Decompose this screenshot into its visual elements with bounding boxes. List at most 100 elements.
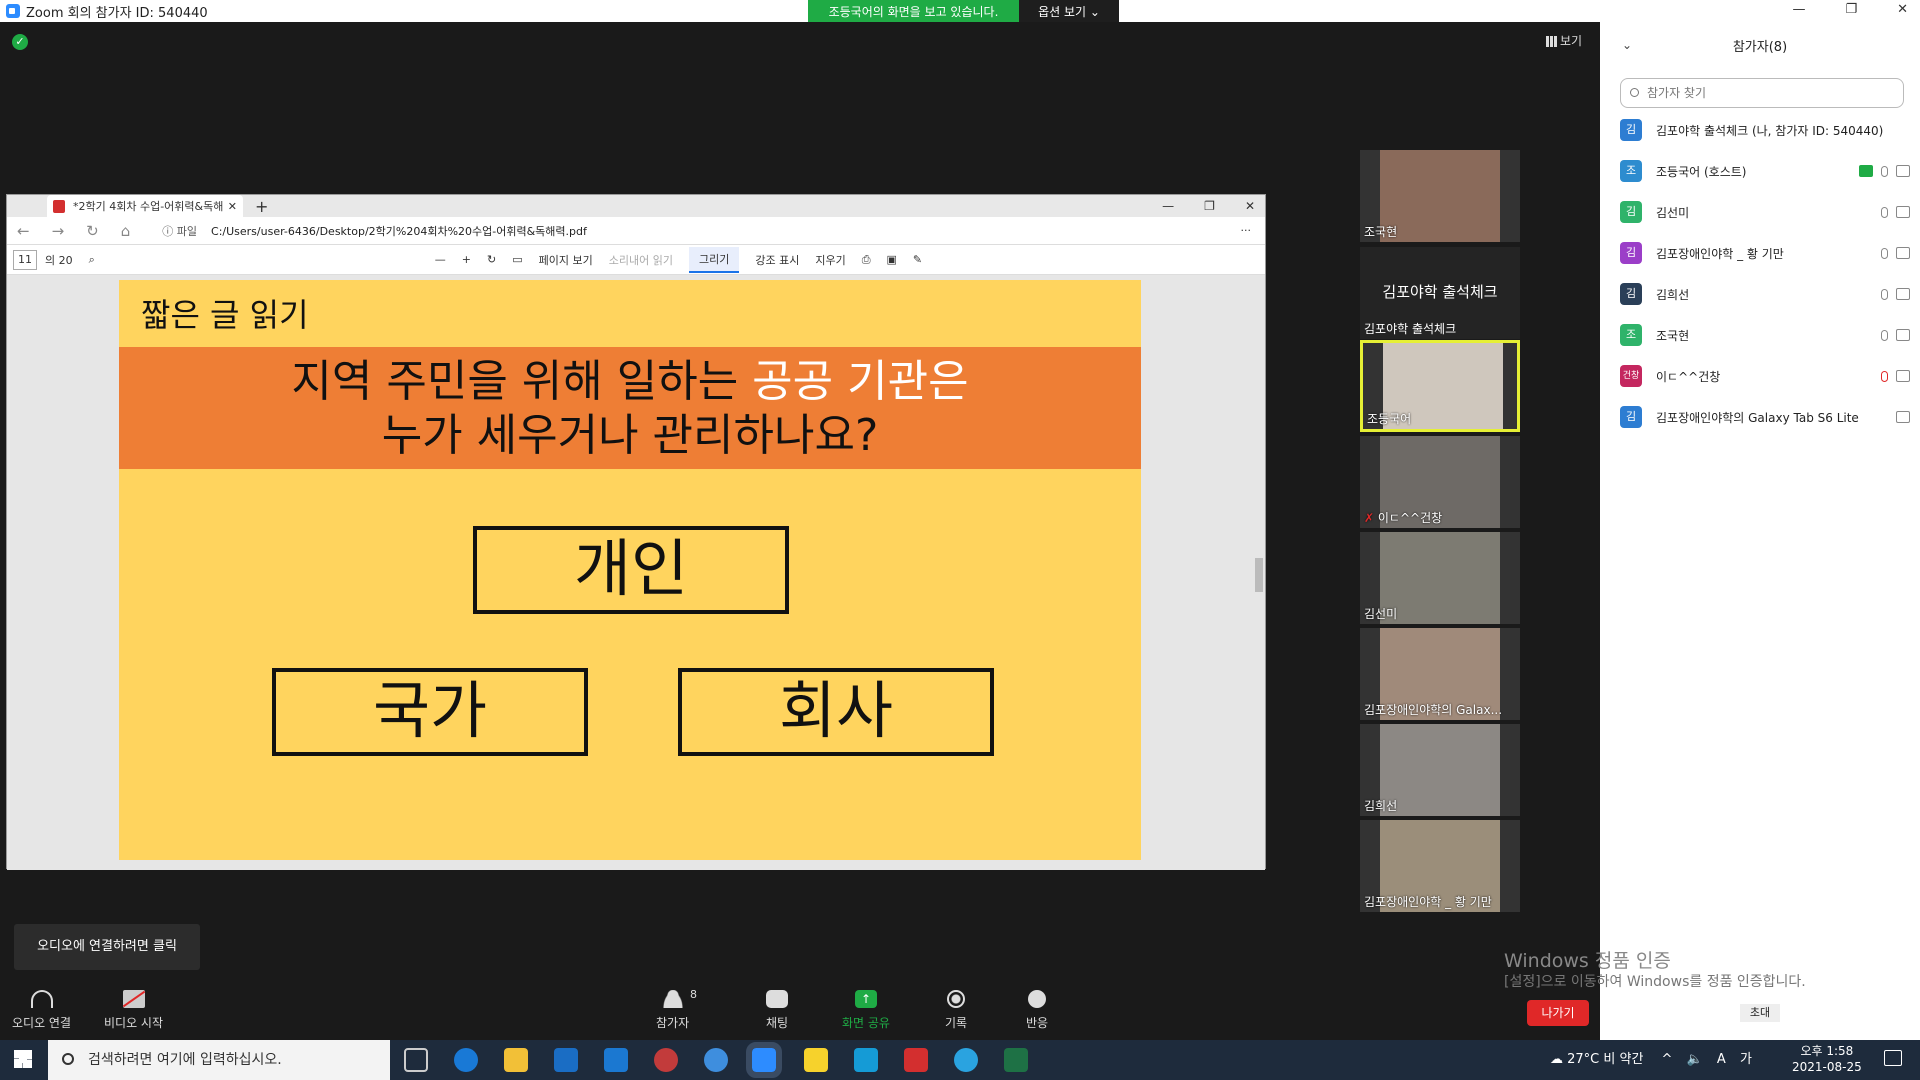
camera-icon[interactable] xyxy=(1896,288,1910,300)
pdf-viewer-area[interactable]: 짧은 글 읽기 지역 주민을 위해 일하는 공공 기관은 누가 세우거나 관리하… xyxy=(7,275,1265,870)
video-tile[interactable]: ✗ 이ㄷ^^건창 xyxy=(1360,436,1520,528)
new-tab-icon[interactable]: + xyxy=(255,197,268,216)
close-tab-icon[interactable]: ✕ xyxy=(228,200,237,213)
tray-arrow-icon[interactable]: ^ xyxy=(1662,1052,1673,1067)
pin-icon[interactable]: ✎ xyxy=(913,253,922,266)
highlight-button[interactable]: 강조 표시 xyxy=(755,252,799,268)
participant-row[interactable]: 김 김포장애인야학 _ 황 기만 xyxy=(1620,238,1910,268)
excel-icon[interactable] xyxy=(1004,1048,1028,1072)
pdf-scrollbar[interactable] xyxy=(1255,558,1263,592)
rotate-icon[interactable]: ↻ xyxy=(487,253,496,266)
record-button[interactable]: 기록 xyxy=(945,990,967,1031)
video-tile-active-speaker[interactable]: 조등국어 xyxy=(1360,340,1520,432)
mic-icon[interactable] xyxy=(1881,329,1888,341)
notification-icon[interactable] xyxy=(1884,1050,1902,1066)
participant-row[interactable]: 김 김포장애인야학의 Galaxy Tab S6 Lite xyxy=(1620,402,1910,432)
zoom-app-icon[interactable] xyxy=(746,1042,782,1078)
draw-button[interactable]: 그리기 xyxy=(688,246,740,273)
participant-row[interactable]: 건창 이ㄷ^^건창 xyxy=(1620,361,1910,391)
app-icon[interactable] xyxy=(654,1048,678,1072)
participant-row[interactable]: 조 조등국어 (호스트) xyxy=(1620,156,1910,186)
task-view-icon[interactable] xyxy=(404,1048,428,1072)
forward-icon[interactable]: → xyxy=(52,222,65,240)
participant-row[interactable]: 김 김희선 xyxy=(1620,279,1910,309)
chat-button[interactable]: 채팅 xyxy=(766,990,788,1031)
reactions-button[interactable]: 반응 xyxy=(1026,990,1048,1031)
page-view-button[interactable]: 페이지 보기 xyxy=(539,252,593,268)
video-tile-no-video[interactable]: 김포야학 출석체크 김포야학 출석체크 xyxy=(1360,247,1520,339)
volume-icon[interactable]: 🔈 xyxy=(1687,1052,1703,1067)
taskbar-search-input[interactable]: 검색하려면 여기에 입력하십시오. xyxy=(48,1040,390,1080)
participant-row[interactable]: 조 조국현 xyxy=(1620,320,1910,350)
minimize-icon[interactable]: — xyxy=(1792,2,1805,17)
mic-icon[interactable] xyxy=(1881,247,1888,259)
security-shield-icon[interactable]: ✓ xyxy=(12,34,28,50)
question-line1-a: 지역 주민을 위해 일하는 xyxy=(291,356,753,407)
weather-text[interactable]: 27°C 비 약간 xyxy=(1567,1052,1643,1067)
zoom-out-icon[interactable]: — xyxy=(435,253,446,266)
restore-icon[interactable]: ❐ xyxy=(1204,199,1215,213)
search-icon[interactable]: ⌕ xyxy=(89,253,95,267)
video-tile[interactable]: 김포장애인야학의 Galax... xyxy=(1360,628,1520,720)
windows-start-icon[interactable] xyxy=(14,1050,32,1068)
more-menu-icon[interactable]: ··· xyxy=(1241,224,1252,237)
acrobat-icon[interactable] xyxy=(904,1048,928,1072)
telegram-icon[interactable] xyxy=(954,1048,978,1072)
read-aloud-button[interactable]: 소리내어 읽기 xyxy=(609,252,673,268)
leave-button[interactable]: 나가기 xyxy=(1527,1000,1589,1026)
participants-button[interactable]: 참가자 8 xyxy=(656,988,697,1031)
start-video-button[interactable]: 비디오 시작 xyxy=(104,990,163,1031)
ime-icon[interactable]: A xyxy=(1717,1052,1726,1067)
camera-icon[interactable] xyxy=(1896,247,1910,259)
edge-icon[interactable] xyxy=(454,1048,478,1072)
page-number-input[interactable]: 11 xyxy=(13,249,37,270)
mic-icon[interactable] xyxy=(1881,288,1888,300)
home-icon[interactable]: ⌂ xyxy=(121,222,131,240)
mail-icon[interactable] xyxy=(604,1048,628,1072)
participant-row[interactable]: 김 김포야학 출석체크 (나, 참가자 ID: 540440) xyxy=(1620,115,1910,145)
file-explorer-icon[interactable] xyxy=(504,1048,528,1072)
fit-page-icon[interactable]: ▭ xyxy=(512,253,522,266)
store-icon[interactable] xyxy=(554,1048,578,1072)
mic-icon[interactable] xyxy=(1881,165,1888,177)
participant-name: 김선미 xyxy=(1656,205,1690,220)
camera-icon[interactable] xyxy=(1896,411,1910,423)
camera-icon[interactable] xyxy=(1896,206,1910,218)
app-icon[interactable] xyxy=(854,1048,878,1072)
video-tile[interactable]: 김포장애인야학 _ 황 기만 xyxy=(1360,820,1520,912)
search-icon xyxy=(62,1053,74,1065)
invite-button[interactable]: 초대 xyxy=(1740,1004,1780,1022)
taskbar-clock[interactable]: 오후 1:58 2021-08-25 xyxy=(1792,1043,1862,1075)
korean-ime-icon[interactable]: 가 xyxy=(1740,1052,1752,1067)
camera-icon[interactable] xyxy=(1896,370,1910,382)
audio-connect-tooltip[interactable]: 오디오에 연결하려면 클릭 xyxy=(14,924,200,970)
muted-mic-icon[interactable] xyxy=(1881,370,1888,382)
mic-icon[interactable] xyxy=(1881,206,1888,218)
camera-icon[interactable] xyxy=(1896,165,1910,177)
restore-icon[interactable]: ❐ xyxy=(1845,2,1857,17)
sticky-notes-icon[interactable] xyxy=(804,1048,828,1072)
view-layout-button[interactable]: 보기 xyxy=(1546,32,1582,49)
close-window-icon[interactable]: ✕ xyxy=(1245,199,1255,213)
back-icon[interactable]: ← xyxy=(17,222,30,240)
video-tile[interactable]: 김희선 xyxy=(1360,724,1520,816)
browser-tab[interactable]: *2학기 4회차 수업-어휘력&독해 ✕ xyxy=(47,195,243,217)
minimize-icon[interactable]: — xyxy=(1162,199,1174,213)
refresh-icon[interactable]: ↻ xyxy=(86,222,99,240)
save-icon[interactable]: ▣ xyxy=(887,253,897,266)
view-options-button[interactable]: 옵션 보기 ⌄ xyxy=(1019,0,1119,22)
video-tile[interactable]: 조국현 xyxy=(1360,150,1520,242)
participant-row[interactable]: 김 김선미 xyxy=(1620,197,1910,227)
erase-button[interactable]: 지우기 xyxy=(815,252,845,268)
share-screen-button[interactable]: ↑ 화면 공유 xyxy=(842,990,890,1031)
video-tile[interactable]: 김선미 xyxy=(1360,532,1520,624)
camera-icon[interactable] xyxy=(1896,329,1910,341)
audio-connect-button[interactable]: 오디오 연결 xyxy=(12,990,71,1031)
zoom-in-icon[interactable]: + xyxy=(462,253,471,266)
url-field[interactable]: C:/Users/user-6436/Desktop/2학기%204회차%20수… xyxy=(211,223,587,239)
app-icon[interactable] xyxy=(704,1048,728,1072)
avatar: 김 xyxy=(1620,201,1642,223)
participant-search-input[interactable]: 참가자 찾기 xyxy=(1620,78,1904,108)
close-window-icon[interactable]: ✕ xyxy=(1897,2,1908,17)
print-icon[interactable]: ⎙ xyxy=(862,253,871,267)
